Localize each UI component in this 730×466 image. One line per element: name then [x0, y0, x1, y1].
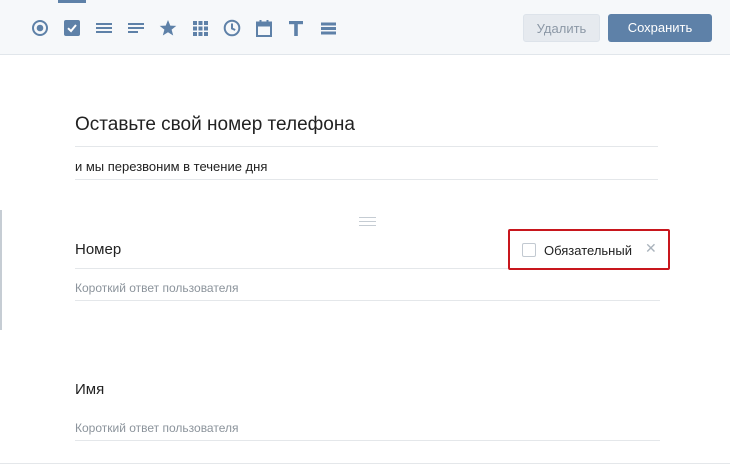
form-description[interactable]: и мы перезвоним в течение дня — [75, 159, 267, 174]
date-tool[interactable] — [248, 15, 280, 41]
rating-tool[interactable] — [152, 15, 184, 41]
grid-tool[interactable] — [184, 15, 216, 41]
calendar-icon — [256, 19, 272, 37]
answer-divider — [75, 300, 660, 301]
time-tool[interactable] — [216, 15, 248, 41]
text-t-icon — [289, 20, 303, 36]
radio-icon — [32, 20, 48, 36]
grid-icon — [192, 20, 208, 36]
question-type-icons — [24, 0, 344, 41]
drag-handle-icon[interactable] — [359, 217, 376, 226]
radio-tool[interactable] — [24, 15, 56, 41]
close-icon[interactable]: ✕ — [645, 240, 657, 256]
clock-icon — [223, 19, 241, 37]
text-paragraph-icon — [128, 23, 144, 33]
short-answer-placeholder: Короткий ответ пользователя — [75, 281, 239, 295]
checkbox-icon — [64, 20, 80, 36]
toolbar: Удалить Сохранить — [0, 0, 730, 55]
question-title-phone[interactable]: Номер — [75, 241, 121, 258]
lines-icon — [96, 23, 112, 33]
required-label[interactable]: Обязательный — [544, 243, 632, 258]
required-checkbox[interactable] — [522, 243, 536, 257]
bottom-divider — [0, 463, 730, 464]
title-divider — [75, 146, 658, 147]
form-title[interactable]: Оставьте свой номер телефона — [75, 114, 355, 136]
list-icon — [320, 22, 336, 34]
star-icon — [159, 20, 177, 36]
active-question-marker — [0, 210, 2, 330]
checkbox-tool[interactable] — [56, 0, 88, 41]
short-text-tool[interactable] — [88, 15, 120, 41]
save-button[interactable]: Сохранить — [608, 14, 712, 42]
question-title-name[interactable]: Имя — [75, 381, 104, 398]
description-divider — [75, 179, 658, 180]
short-answer-placeholder: Короткий ответ пользователя — [75, 421, 239, 435]
list-tool[interactable] — [312, 15, 344, 41]
delete-button[interactable]: Удалить — [523, 14, 600, 42]
heading-tool[interactable] — [280, 15, 312, 41]
answer-divider — [75, 440, 660, 441]
paragraph-tool[interactable] — [120, 15, 152, 41]
